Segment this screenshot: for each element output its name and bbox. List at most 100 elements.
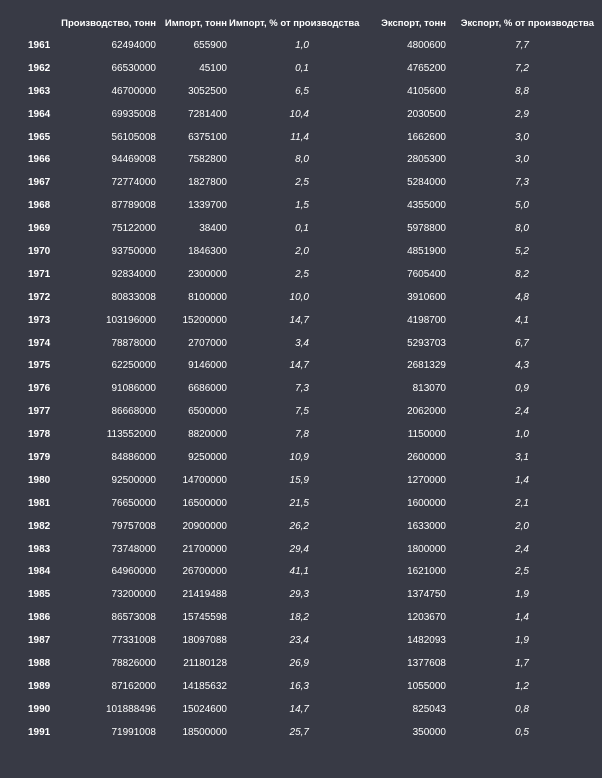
cell-export-pct: 8,0 bbox=[515, 223, 529, 235]
cell-import: 7582800 bbox=[188, 154, 227, 166]
cell-production: 94469008 bbox=[111, 154, 157, 166]
cell-year: 1979 bbox=[28, 451, 51, 463]
cell-year: 1969 bbox=[28, 223, 51, 235]
cell-import: 2707000 bbox=[188, 337, 227, 349]
cell-export: 813070 bbox=[412, 383, 446, 395]
cell-export-pct: 2,9 bbox=[515, 108, 529, 120]
cell-import: 15024600 bbox=[182, 703, 228, 715]
cell-import: 7281400 bbox=[188, 108, 227, 120]
cell-export: 4765200 bbox=[407, 62, 446, 74]
cell-production: 69935008 bbox=[111, 108, 157, 120]
cell-import: 14700000 bbox=[182, 474, 228, 486]
cell-export-pct: 3,0 bbox=[515, 131, 529, 143]
cell-production: 87789008 bbox=[111, 200, 157, 212]
cell-import-pct: 11,4 bbox=[290, 131, 309, 143]
table-row: 1985 73200000 21419488 29,3 1374750 1,9 bbox=[0, 583, 602, 606]
cell-export-pct: 8,2 bbox=[515, 268, 529, 280]
cell-import-pct: 14,7 bbox=[289, 703, 309, 715]
cell-import: 14185632 bbox=[182, 680, 228, 692]
table-row: 1974 78878000 2707000 3,4 5293703 6,7 bbox=[0, 332, 602, 355]
cell-import-pct: 26,9 bbox=[289, 657, 309, 669]
cell-export-pct: 2,4 bbox=[515, 543, 529, 555]
cell-export-pct: 4,3 bbox=[515, 360, 529, 372]
cell-year: 1973 bbox=[28, 314, 51, 326]
table-row: 1977 86668000 6500000 7,5 2062000 2,4 bbox=[0, 400, 602, 423]
table-row: 1987 77331008 18097088 23,4 1482093 1,9 bbox=[0, 629, 602, 652]
cell-export: 1150000 bbox=[407, 429, 446, 441]
cell-import-pct: 1,5 bbox=[295, 200, 309, 212]
table-row: 1970 93750000 1846300 2,0 4851900 5,2 bbox=[0, 240, 602, 263]
cell-export: 1270000 bbox=[407, 474, 446, 486]
cell-import: 18500000 bbox=[182, 726, 228, 738]
cell-import: 15200000 bbox=[182, 314, 228, 326]
cell-import-pct: 41,1 bbox=[289, 566, 309, 578]
cell-production: 87162000 bbox=[111, 680, 157, 692]
cell-import: 8820000 bbox=[188, 429, 227, 441]
cell-year: 1964 bbox=[28, 108, 51, 120]
cell-import-pct: 0,1 bbox=[295, 62, 309, 74]
cell-year: 1989 bbox=[28, 680, 51, 692]
cell-export: 4105600 bbox=[407, 85, 446, 97]
cell-export: 2805300 bbox=[407, 154, 446, 166]
cell-import-pct: 2,5 bbox=[295, 177, 309, 189]
cell-export-pct: 1,9 bbox=[515, 635, 529, 647]
cell-import-pct: 26,2 bbox=[289, 520, 309, 532]
cell-production: 71991008 bbox=[111, 726, 157, 738]
cell-import-pct: 14,7 bbox=[289, 360, 309, 372]
cell-production: 86573008 bbox=[111, 612, 157, 624]
table-row: 1981 76650000 16500000 21,5 1600000 2,1 bbox=[0, 492, 602, 515]
cell-export-pct: 5,2 bbox=[515, 245, 529, 257]
cell-export-pct: 1,7 bbox=[515, 657, 529, 669]
cell-export-pct: 6,7 bbox=[515, 337, 529, 349]
header-production: Производство, тонн bbox=[61, 17, 156, 29]
cell-year: 1988 bbox=[28, 657, 51, 669]
cell-export-pct: 1,4 bbox=[515, 612, 529, 624]
cell-import: 21419488 bbox=[182, 589, 228, 601]
cell-import-pct: 18,2 bbox=[289, 612, 309, 624]
cell-import: 1827800 bbox=[188, 177, 227, 189]
cell-import-pct: 2,5 bbox=[295, 268, 309, 280]
cell-year: 1967 bbox=[28, 177, 51, 189]
table-body: 1961 62494000 655900 1,0 4800600 7,7 1962 66530… bbox=[0, 34, 602, 744]
cell-import: 38400 bbox=[199, 223, 227, 235]
table-header: Производство, тонн Импорт, тонн Импорт, … bbox=[0, 12, 602, 34]
cell-export: 1621000 bbox=[407, 566, 446, 578]
cell-export: 2681329 bbox=[407, 360, 446, 372]
cell-production: 93750000 bbox=[111, 245, 157, 257]
cell-year: 1961 bbox=[28, 39, 51, 51]
cell-import-pct: 10,9 bbox=[289, 451, 309, 463]
cell-production: 56105008 bbox=[111, 131, 157, 143]
cell-import-pct: 29,3 bbox=[289, 589, 309, 601]
cell-export: 1055000 bbox=[407, 680, 446, 692]
cell-import: 26700000 bbox=[182, 566, 228, 578]
cell-export-pct: 4,8 bbox=[515, 291, 529, 303]
cell-import-pct: 1,0 bbox=[295, 39, 309, 51]
cell-export: 4198700 bbox=[407, 314, 446, 326]
header-import: Импорт, тонн bbox=[164, 17, 227, 29]
cell-export: 5284000 bbox=[407, 177, 446, 189]
cell-year: 1982 bbox=[28, 520, 51, 532]
cell-import: 9146000 bbox=[188, 360, 227, 372]
cell-import: 9250000 bbox=[188, 451, 227, 463]
cell-export-pct: 8,8 bbox=[515, 85, 529, 97]
cell-year: 1962 bbox=[28, 62, 51, 74]
cell-export-pct: 7,2 bbox=[515, 62, 529, 74]
cell-production: 64960000 bbox=[111, 566, 157, 578]
cell-year: 1977 bbox=[28, 406, 51, 418]
cell-year: 1980 bbox=[28, 474, 51, 486]
cell-year: 1986 bbox=[28, 612, 51, 624]
table-row: 1964 69935008 7281400 10,4 2030500 2,9 bbox=[0, 103, 602, 126]
cell-year: 1976 bbox=[28, 383, 51, 395]
cell-import-pct: 16,3 bbox=[289, 680, 309, 692]
cell-import: 1846300 bbox=[188, 245, 227, 257]
cell-import: 20900000 bbox=[182, 520, 228, 532]
cell-year: 1963 bbox=[28, 85, 51, 97]
header-row: Производство, тонн Импорт, тонн Импорт, … bbox=[0, 12, 602, 34]
cell-export-pct: 0,8 bbox=[515, 703, 529, 715]
cell-export-pct: 0,9 bbox=[515, 383, 529, 395]
cell-production: 66530000 bbox=[111, 62, 157, 74]
cell-export: 5978800 bbox=[407, 223, 446, 235]
cell-production: 62494000 bbox=[111, 39, 157, 51]
cell-export: 1800000 bbox=[407, 543, 446, 555]
cell-export: 4355000 bbox=[407, 200, 446, 212]
